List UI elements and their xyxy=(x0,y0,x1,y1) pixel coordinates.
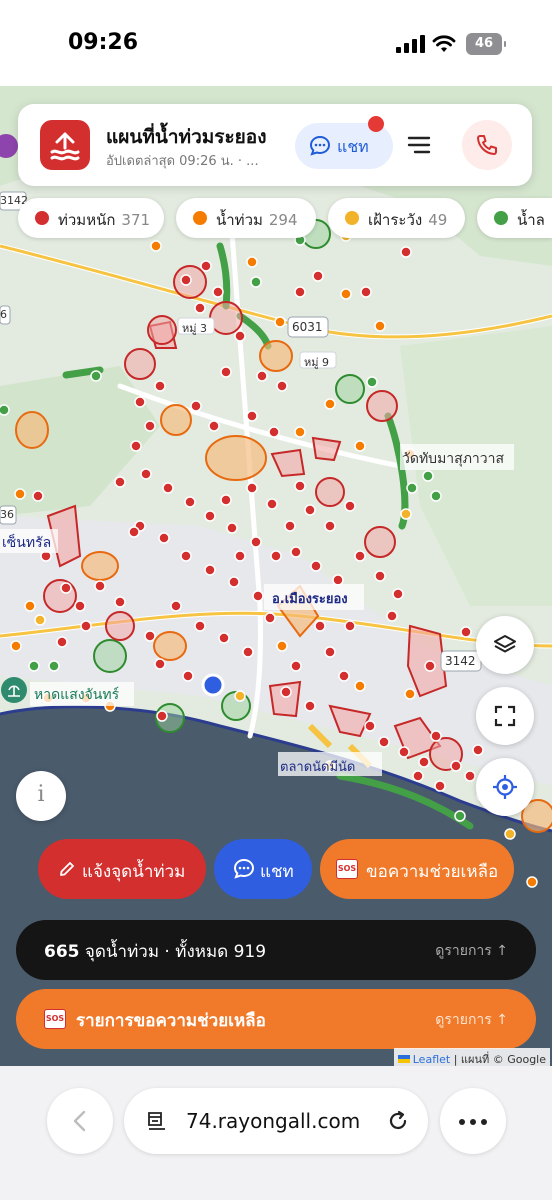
chat-bubble-icon xyxy=(309,135,331,156)
status-bar: 09:26 46 xyxy=(0,0,552,86)
app-header: แผนที่น้ำท่วมระยอง อัปเดตล่าสุด 09:26 น.… xyxy=(18,104,532,186)
help-request-bar[interactable]: SOS รายการขอความช่วยเหลือ ดูรายการ ↑ xyxy=(16,989,536,1049)
legend-chip-flood[interactable]: น้ำท่วม 294 xyxy=(176,198,316,238)
app-title: แผนที่น้ำท่วมระยอง xyxy=(106,126,267,148)
map-label-district: อ.เมืองระยอง xyxy=(272,592,348,607)
battery-icon: 46 xyxy=(466,33,506,55)
flood-logo-icon xyxy=(40,120,90,170)
attribution-text: | แผนที่ © Google xyxy=(453,1053,546,1066)
pencil-icon xyxy=(60,862,74,876)
cellular-signal-icon xyxy=(396,35,426,53)
legend-dot-normal xyxy=(494,211,508,225)
phone-icon xyxy=(477,135,497,155)
legend-dot-watch xyxy=(345,211,359,225)
legend-chip-normal[interactable]: น้ำล xyxy=(477,198,552,238)
legend-label-watch: เฝ้าระวัง xyxy=(368,211,423,229)
map-label-west: เซ็นทรัล xyxy=(2,535,52,551)
chat-button-label: แชท xyxy=(337,137,369,156)
menu-icon[interactable] xyxy=(406,132,432,158)
legend-dot-heavy xyxy=(35,211,49,225)
legend-count-heavy: 371 xyxy=(121,211,151,229)
reader-icon[interactable] xyxy=(146,1110,168,1132)
chat-action-button[interactable]: แชท xyxy=(214,839,312,899)
leaflet-link[interactable]: Leaflet xyxy=(413,1053,450,1066)
crosshair-icon xyxy=(493,775,517,799)
last-updated: อัปเดตล่าสุด 09:26 น. · ... xyxy=(106,154,259,169)
help-request-title: รายการขอความช่วยเหลือ xyxy=(76,1011,266,1031)
report-flood-label: แจ้งจุดน้ำท่วม xyxy=(82,862,186,882)
chevron-left-icon xyxy=(73,1110,86,1132)
reload-icon[interactable] xyxy=(386,1109,410,1133)
flood-summary-text: จุดน้ำท่วม · ทั้งหมด 919 xyxy=(84,942,267,962)
map-label-beach: หาดแสงจันทร์ xyxy=(34,687,120,703)
more-icon xyxy=(459,1119,487,1125)
legend-dot-flood xyxy=(193,211,207,225)
legend-count-flood: 294 xyxy=(268,211,298,229)
browser-toolbar: 74.rayongall.com xyxy=(0,1066,552,1200)
request-help-label: ขอความช่วยเหลือ xyxy=(366,862,499,882)
flood-count: 665 xyxy=(44,942,80,962)
request-help-button[interactable]: SOS ขอความช่วยเหลือ xyxy=(320,839,514,899)
map-label-temple: วัดทับมาสุภาวาส xyxy=(402,451,505,467)
route-shield-36: 36 xyxy=(0,508,14,521)
flag-icon xyxy=(397,1055,410,1063)
map-label-village-3: หมู่ 3 xyxy=(182,322,207,335)
map-attribution: Leaflet | แผนที่ © Google xyxy=(393,1048,550,1066)
route-shield-3142: 3142 xyxy=(445,654,476,668)
report-flood-button[interactable]: แจ้งจุดน้ำท่วม xyxy=(38,839,206,899)
fullscreen-icon xyxy=(494,705,516,727)
layers-icon xyxy=(494,635,516,653)
view-help-list-link[interactable]: ดูรายการ ↑ xyxy=(435,1009,508,1031)
legend-label-normal: น้ำล xyxy=(517,211,545,229)
map-label-market: ตลาดนัดมีนัด xyxy=(280,760,356,775)
legend-chip-watch[interactable]: เฝ้าระวัง 49 xyxy=(328,198,465,238)
legend-count-watch: 49 xyxy=(428,211,448,229)
route-shield-6: 6 xyxy=(0,308,7,321)
screen: 09:26 46 อ.เมืองระยอง หาดแสงจันทร์ วัดทั… xyxy=(0,0,552,1200)
legend-label-heavy: ท่วมหนัก xyxy=(58,211,116,229)
status-time: 09:26 xyxy=(68,30,139,55)
info-icon[interactable]: i xyxy=(16,771,66,821)
chat-bubble-icon xyxy=(233,858,255,879)
call-button[interactable] xyxy=(462,120,512,170)
fullscreen-button[interactable] xyxy=(476,687,534,745)
legend-label-flood: น้ำท่วม xyxy=(216,211,263,229)
route-shield-6031: 6031 xyxy=(292,320,323,334)
chat-action-label: แชท xyxy=(260,862,294,882)
sos-icon: SOS xyxy=(336,859,358,879)
view-flood-list-link[interactable]: ดูรายการ ↑ xyxy=(435,940,508,962)
notification-dot xyxy=(368,116,384,132)
url-text: 74.rayongall.com xyxy=(186,1109,361,1133)
sos-icon: SOS xyxy=(44,1009,66,1029)
wifi-icon xyxy=(432,35,456,52)
beach-icon xyxy=(8,685,20,697)
address-bar[interactable]: 74.rayongall.com xyxy=(124,1088,428,1154)
layers-button[interactable] xyxy=(476,616,534,674)
back-button[interactable] xyxy=(47,1088,113,1154)
locate-me-button[interactable] xyxy=(476,758,534,816)
more-options-button[interactable] xyxy=(440,1088,506,1154)
legend-chip-heavy[interactable]: ท่วมหนัก 371 xyxy=(18,198,164,238)
map-label-village-9: หมู่ 9 xyxy=(304,356,329,369)
flood-summary-bar[interactable]: 665 จุดน้ำท่วม · ทั้งหมด 919 ดูรายการ ↑ xyxy=(16,920,536,980)
